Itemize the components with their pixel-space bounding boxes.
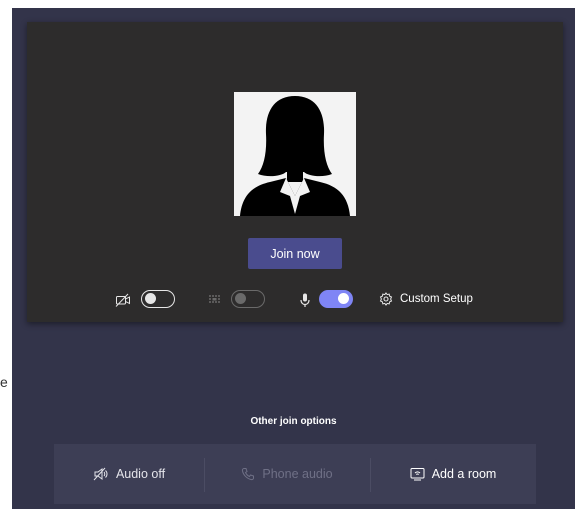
speaker-off-icon xyxy=(93,467,108,481)
phone-icon xyxy=(242,468,255,481)
microphone-toggle[interactable] xyxy=(319,290,353,308)
camera-off-icon[interactable] xyxy=(115,292,131,308)
camera-toggle[interactable] xyxy=(141,290,175,308)
person-silhouette-icon xyxy=(234,92,356,216)
join-now-button[interactable]: Join now xyxy=(248,238,342,269)
add-a-room-label: Add a room xyxy=(431,467,497,481)
device-controls-bar: Custom Setup xyxy=(27,288,563,312)
video-preview-panel: Join now Custom Setup xyxy=(27,22,563,322)
microphone-toggle-knob xyxy=(338,293,349,304)
cropped-edge-text: e xyxy=(0,374,8,390)
background-effects-toggle xyxy=(231,290,265,308)
cast-room-icon xyxy=(410,468,425,481)
audio-off-button[interactable]: Audio off xyxy=(54,444,204,504)
add-a-room-button[interactable]: Add a room xyxy=(370,444,536,504)
screen: e Join now Custom Setup Other join optio… xyxy=(0,0,575,509)
phone-audio-label: Phone audio xyxy=(262,467,333,481)
profile-avatar xyxy=(234,92,356,216)
custom-setup-label: Custom Setup xyxy=(400,293,473,305)
microphone-icon[interactable] xyxy=(297,292,313,308)
other-join-options-bar: Audio off Phone audio Add a room xyxy=(54,444,536,504)
phone-audio-button: Phone audio xyxy=(204,444,370,504)
other-join-options-heading: Other join options xyxy=(250,416,337,427)
background-blur-icon xyxy=(207,292,223,308)
gear-icon xyxy=(379,292,393,306)
camera-toggle-knob xyxy=(145,293,156,304)
audio-off-label: Audio off xyxy=(115,467,166,481)
background-toggle-knob xyxy=(235,293,246,304)
custom-setup-button[interactable]: Custom Setup xyxy=(379,289,473,309)
